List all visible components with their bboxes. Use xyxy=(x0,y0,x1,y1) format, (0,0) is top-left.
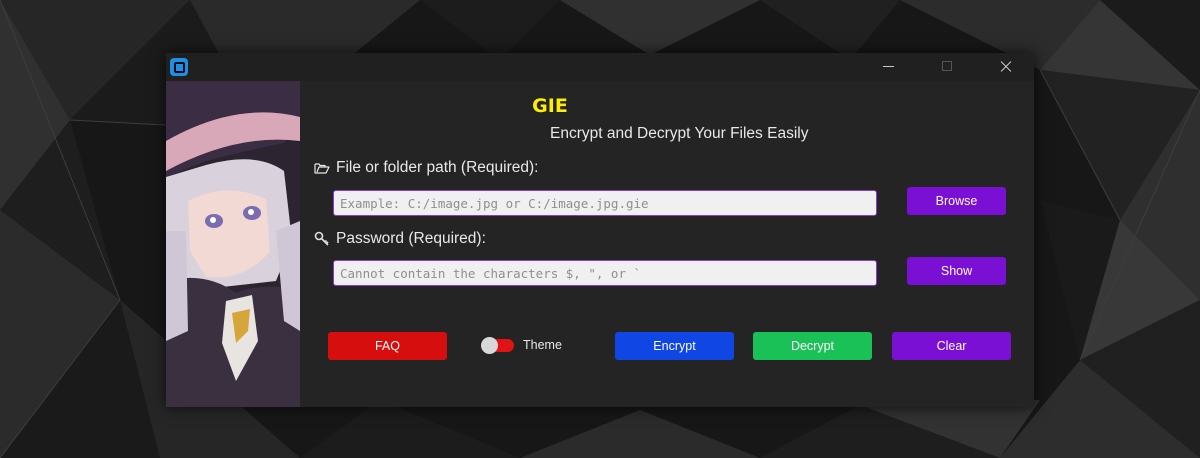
faq-button[interactable]: FAQ xyxy=(328,332,447,360)
theme-label: Theme xyxy=(523,338,562,352)
clear-button[interactable]: Clear xyxy=(892,332,1011,360)
app-window: GIE Encrypt and Decrypt Your Files Easil… xyxy=(166,53,1034,407)
app-logo-icon xyxy=(170,58,188,76)
password-label: Password (Required): xyxy=(336,230,486,247)
anime-character-illustration xyxy=(166,81,300,407)
title-bar[interactable] xyxy=(166,53,1034,81)
show-password-button[interactable]: Show xyxy=(907,257,1006,285)
path-label: File or folder path (Required): xyxy=(336,159,539,176)
app-title: GIE xyxy=(532,95,568,117)
open-folder-icon xyxy=(314,163,330,174)
maximize-icon[interactable] xyxy=(924,53,970,81)
browse-button[interactable]: Browse xyxy=(907,187,1006,215)
decrypt-button[interactable]: Decrypt xyxy=(753,332,872,360)
key-icon xyxy=(314,231,329,246)
app-subtitle: Encrypt and Decrypt Your Files Easily xyxy=(550,125,809,142)
minimize-icon[interactable] xyxy=(866,53,912,81)
path-input[interactable] xyxy=(333,190,877,216)
encrypt-button[interactable]: Encrypt xyxy=(615,332,734,360)
password-input[interactable] xyxy=(333,260,877,286)
theme-toggle-knob xyxy=(481,337,498,354)
close-icon[interactable] xyxy=(982,53,1028,81)
theme-toggle[interactable] xyxy=(481,337,514,354)
